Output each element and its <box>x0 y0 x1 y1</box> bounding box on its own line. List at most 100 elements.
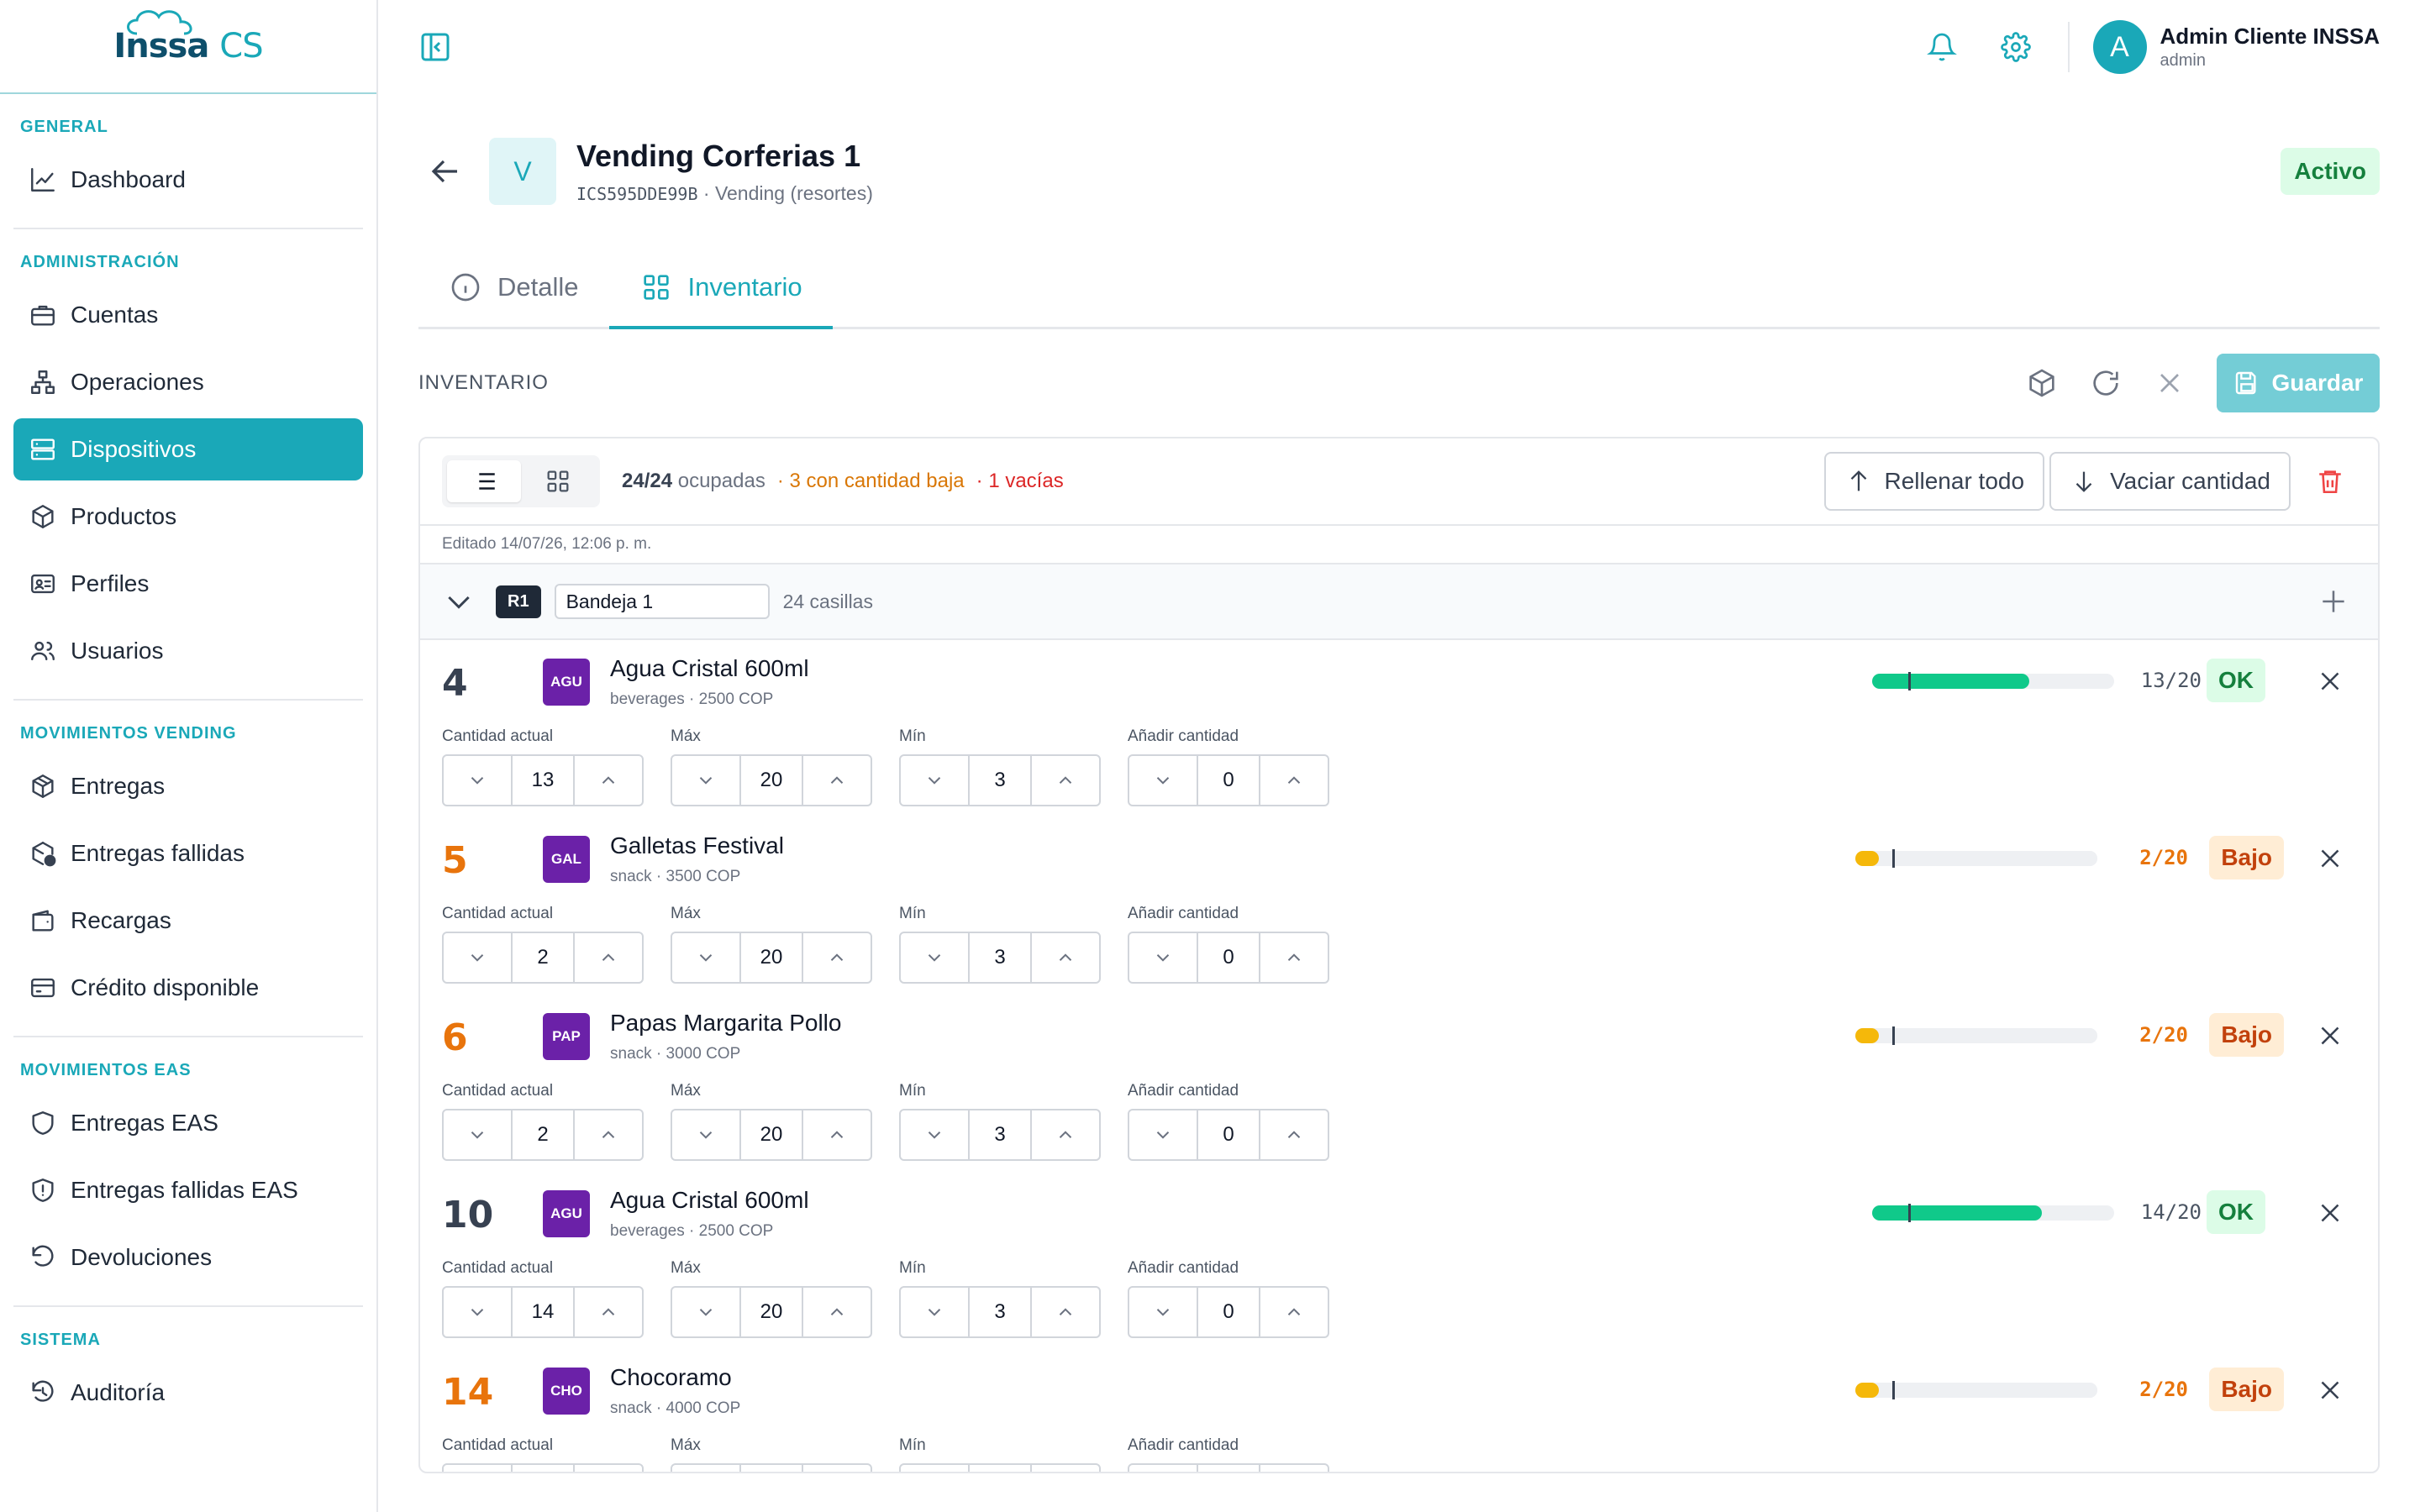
max-quantity-input[interactable]: 20 <box>739 1110 803 1159</box>
logo[interactable]: Inssa CS <box>0 0 376 94</box>
increment-button[interactable] <box>1032 1465 1099 1472</box>
refresh-icon[interactable] <box>2089 366 2123 400</box>
min-quantity-input[interactable]: 3 <box>968 1288 1032 1336</box>
sidebar-item-entregas-eas[interactable]: Entregas EAS <box>13 1092 363 1154</box>
user-info[interactable]: Admin Cliente INSSA admin <box>2160 24 2380 71</box>
close-icon[interactable] <box>2314 1197 2346 1229</box>
increment-button[interactable] <box>575 756 642 805</box>
min-quantity-input[interactable]: 3 <box>968 1110 1032 1159</box>
increment-button[interactable] <box>575 1465 642 1472</box>
tray-name-input[interactable]: Bandeja 1 <box>554 584 770 619</box>
max-quantity-input[interactable]: 20 <box>739 1465 803 1472</box>
decrement-button[interactable] <box>901 1110 968 1159</box>
sidebar-item-operaciones[interactable]: Operaciones <box>13 351 363 413</box>
save-button[interactable]: Guardar <box>2217 354 2380 412</box>
current-quantity-input[interactable]: 2 <box>511 933 575 982</box>
increment-button[interactable] <box>1032 933 1099 982</box>
sidebar-item-auditoria[interactable]: Auditoría <box>13 1362 363 1424</box>
list-view-button[interactable] <box>447 460 521 502</box>
sidebar-item-entregas-fallidas-eas[interactable]: Entregas fallidas EAS <box>13 1159 363 1221</box>
min-quantity-input[interactable]: 3 <box>968 1465 1032 1472</box>
sidebar-item-dispositivos[interactable]: Dispositivos <box>13 418 363 480</box>
bell-icon[interactable] <box>1923 29 1960 66</box>
sidebar-item-dashboard[interactable]: Dashboard <box>13 149 363 211</box>
close-icon[interactable] <box>2314 1020 2346 1052</box>
decrement-button[interactable] <box>1129 933 1197 982</box>
increment-button[interactable] <box>1260 756 1328 805</box>
sidebar-item-credito-disponible[interactable]: Crédito disponible <box>13 957 363 1019</box>
increment-button[interactable] <box>575 933 642 982</box>
sidebar-item-recargas[interactable]: Recargas <box>13 890 363 952</box>
plus-icon[interactable] <box>2317 585 2349 617</box>
close-icon[interactable] <box>2314 1374 2346 1406</box>
increment-button[interactable] <box>1032 756 1099 805</box>
increment-button[interactable] <box>1260 933 1328 982</box>
tab-inventario[interactable]: Inventario <box>608 249 833 329</box>
current-quantity-input[interactable]: 2 <box>511 1110 575 1159</box>
increment-button[interactable] <box>803 1288 871 1336</box>
increment-button[interactable] <box>803 933 871 982</box>
increment-button[interactable] <box>1032 1288 1099 1336</box>
sidebar-item-productos[interactable]: Productos <box>13 486 363 548</box>
decrement-button[interactable] <box>1129 1288 1197 1336</box>
decrement-button[interactable] <box>444 1110 511 1159</box>
decrement-button[interactable] <box>444 933 511 982</box>
decrement-button[interactable] <box>901 1288 968 1336</box>
min-quantity-input[interactable]: 3 <box>968 756 1032 805</box>
current-quantity-input[interactable]: 2 <box>511 1465 575 1472</box>
current-quantity-input[interactable]: 13 <box>511 756 575 805</box>
decrement-button[interactable] <box>672 1288 739 1336</box>
increment-button[interactable] <box>1260 1110 1328 1159</box>
min-quantity-input[interactable]: 3 <box>968 933 1032 982</box>
decrement-button[interactable] <box>901 756 968 805</box>
sidebar-item-entregas[interactable]: Entregas <box>13 755 363 817</box>
sidebar-item-cuentas[interactable]: Cuentas <box>13 284 363 346</box>
increment-button[interactable] <box>575 1110 642 1159</box>
close-icon[interactable] <box>2314 843 2346 874</box>
close-icon[interactable] <box>2314 665 2346 697</box>
sidebar-item-perfiles[interactable]: Perfiles <box>13 553 363 615</box>
back-arrow-icon[interactable] <box>425 151 466 192</box>
trash-icon[interactable] <box>2316 467 2344 496</box>
decrement-button[interactable] <box>444 756 511 805</box>
sidebar-toggle-icon[interactable] <box>418 30 452 64</box>
decrement-button[interactable] <box>672 756 739 805</box>
decrement-button[interactable] <box>901 933 968 982</box>
sidebar-item-entregas-fallidas[interactable]: Entregas fallidas <box>13 822 363 885</box>
decrement-button[interactable] <box>672 1465 739 1472</box>
increment-button[interactable] <box>1260 1288 1328 1336</box>
close-icon[interactable] <box>2153 366 2186 400</box>
decrement-button[interactable] <box>1129 1465 1197 1472</box>
cube-icon[interactable] <box>2025 366 2059 400</box>
grid-view-button[interactable] <box>521 460 595 502</box>
current-quantity-input[interactable]: 14 <box>511 1288 575 1336</box>
add-quantity-input[interactable]: 0 <box>1197 1110 1260 1159</box>
increment-button[interactable] <box>1260 1465 1328 1472</box>
decrement-button[interactable] <box>444 1288 511 1336</box>
max-quantity-input[interactable]: 20 <box>739 933 803 982</box>
avatar[interactable]: A <box>2092 20 2147 74</box>
max-quantity-input[interactable]: 20 <box>739 756 803 805</box>
increment-button[interactable] <box>803 756 871 805</box>
increment-button[interactable] <box>803 1465 871 1472</box>
increment-button[interactable] <box>803 1110 871 1159</box>
empty-quantity-button[interactable]: Vaciar cantidad <box>2049 452 2291 511</box>
fill-all-button[interactable]: Rellenar todo <box>1823 452 2045 511</box>
max-quantity-input[interactable]: 20 <box>739 1288 803 1336</box>
chevron-down-icon[interactable] <box>442 585 476 618</box>
add-quantity-input[interactable]: 0 <box>1197 756 1260 805</box>
tab-detalle[interactable]: Detalle <box>418 249 609 329</box>
sidebar-item-devoluciones[interactable]: Devoluciones <box>13 1226 363 1289</box>
add-quantity-input[interactable]: 0 <box>1197 933 1260 982</box>
decrement-button[interactable] <box>444 1465 511 1472</box>
decrement-button[interactable] <box>672 933 739 982</box>
decrement-button[interactable] <box>672 1110 739 1159</box>
increment-button[interactable] <box>1032 1110 1099 1159</box>
increment-button[interactable] <box>575 1288 642 1336</box>
decrement-button[interactable] <box>1129 756 1197 805</box>
decrement-button[interactable] <box>901 1465 968 1472</box>
add-quantity-input[interactable]: 0 <box>1197 1288 1260 1336</box>
gear-icon[interactable] <box>1997 29 2034 66</box>
decrement-button[interactable] <box>1129 1110 1197 1159</box>
add-quantity-input[interactable]: 0 <box>1197 1465 1260 1472</box>
